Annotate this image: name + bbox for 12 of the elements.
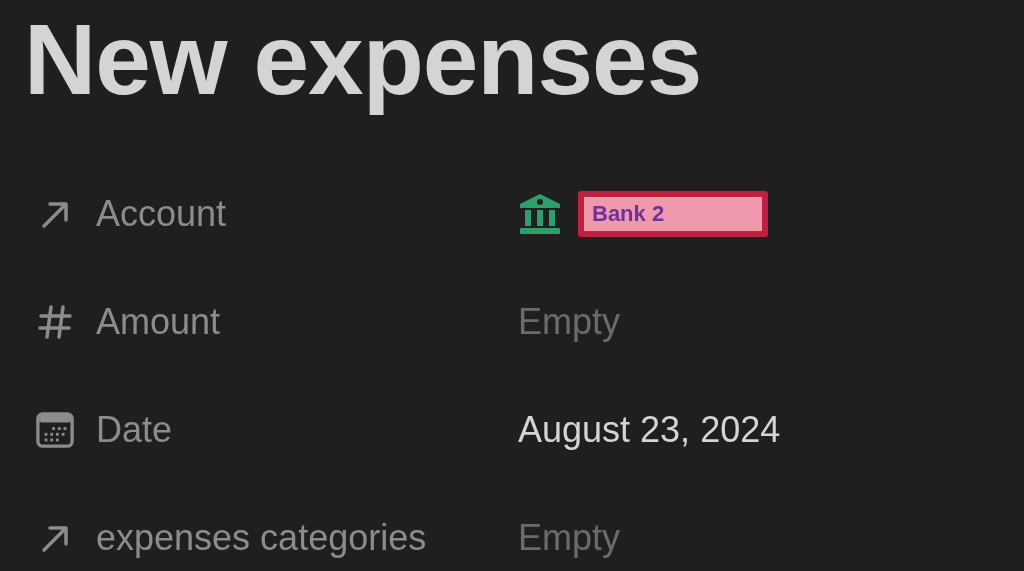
property-label: Amount xyxy=(96,300,221,344)
page-link[interactable]: Bank 2 xyxy=(578,191,768,237)
hash-icon xyxy=(38,304,72,340)
bank-icon xyxy=(518,193,562,235)
page-title: New expenses xyxy=(23,2,702,117)
empty-value[interactable]: Empty xyxy=(518,511,621,565)
property-label: Account xyxy=(96,192,227,236)
property-value[interactable]: August 23, 2024 xyxy=(518,403,781,457)
empty-value[interactable]: Empty xyxy=(518,295,621,349)
property-label: Date xyxy=(96,408,173,452)
calendar-icon xyxy=(36,411,74,449)
property-label: expenses categories xyxy=(96,516,427,560)
